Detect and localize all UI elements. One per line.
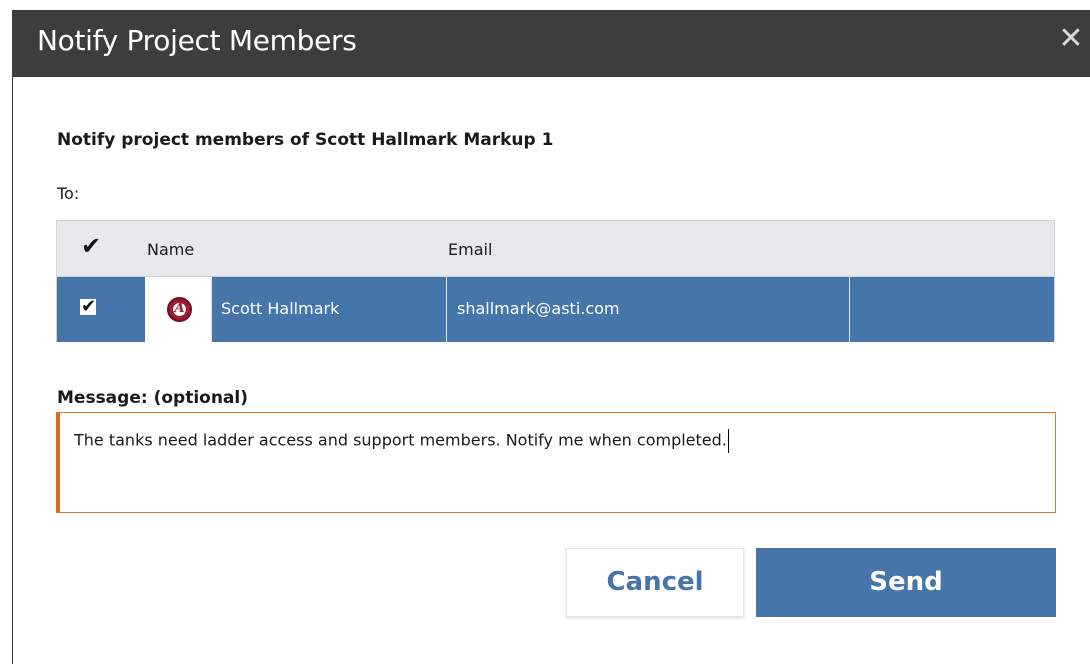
notify-dialog: Notify Project Members ✕ Notify project … (12, 10, 1090, 664)
select-all-checkbox[interactable]: ✔ (81, 234, 101, 258)
recipients-grid: ✔ Name Email ✔ A Scott Hallmark shallmar… (56, 220, 1055, 342)
row-email: shallmark@asti.com (457, 299, 620, 318)
avatar: A (145, 277, 212, 342)
table-row[interactable]: ✔ A Scott Hallmark shallmark@asti.com (57, 277, 1054, 342)
to-label: To: (57, 184, 80, 203)
dialog-heading: Notify project members of Scott Hallmark… (57, 130, 554, 150)
close-icon[interactable]: ✕ (1056, 24, 1086, 56)
message-label: Message: (optional) (57, 388, 248, 408)
cancel-button[interactable]: Cancel (566, 548, 744, 617)
background-strip (0, 0, 1090, 10)
row-name: Scott Hallmark (221, 299, 340, 318)
message-text: The tanks need ladder access and support… (74, 429, 729, 453)
text-caret (727, 429, 729, 453)
column-header-name: Name (147, 240, 195, 259)
university-logo-icon: A (167, 297, 192, 322)
dialog-title: Notify Project Members (37, 24, 357, 57)
dialog-titlebar: Notify Project Members ✕ (13, 10, 1090, 77)
row-checkbox[interactable]: ✔ (80, 298, 96, 316)
message-textarea[interactable]: The tanks need ladder access and support… (56, 412, 1056, 513)
send-button[interactable]: Send (756, 548, 1056, 617)
column-divider (849, 277, 850, 342)
grid-header: ✔ Name Email (57, 221, 1054, 277)
column-divider (446, 277, 447, 342)
column-header-email: Email (448, 240, 493, 259)
